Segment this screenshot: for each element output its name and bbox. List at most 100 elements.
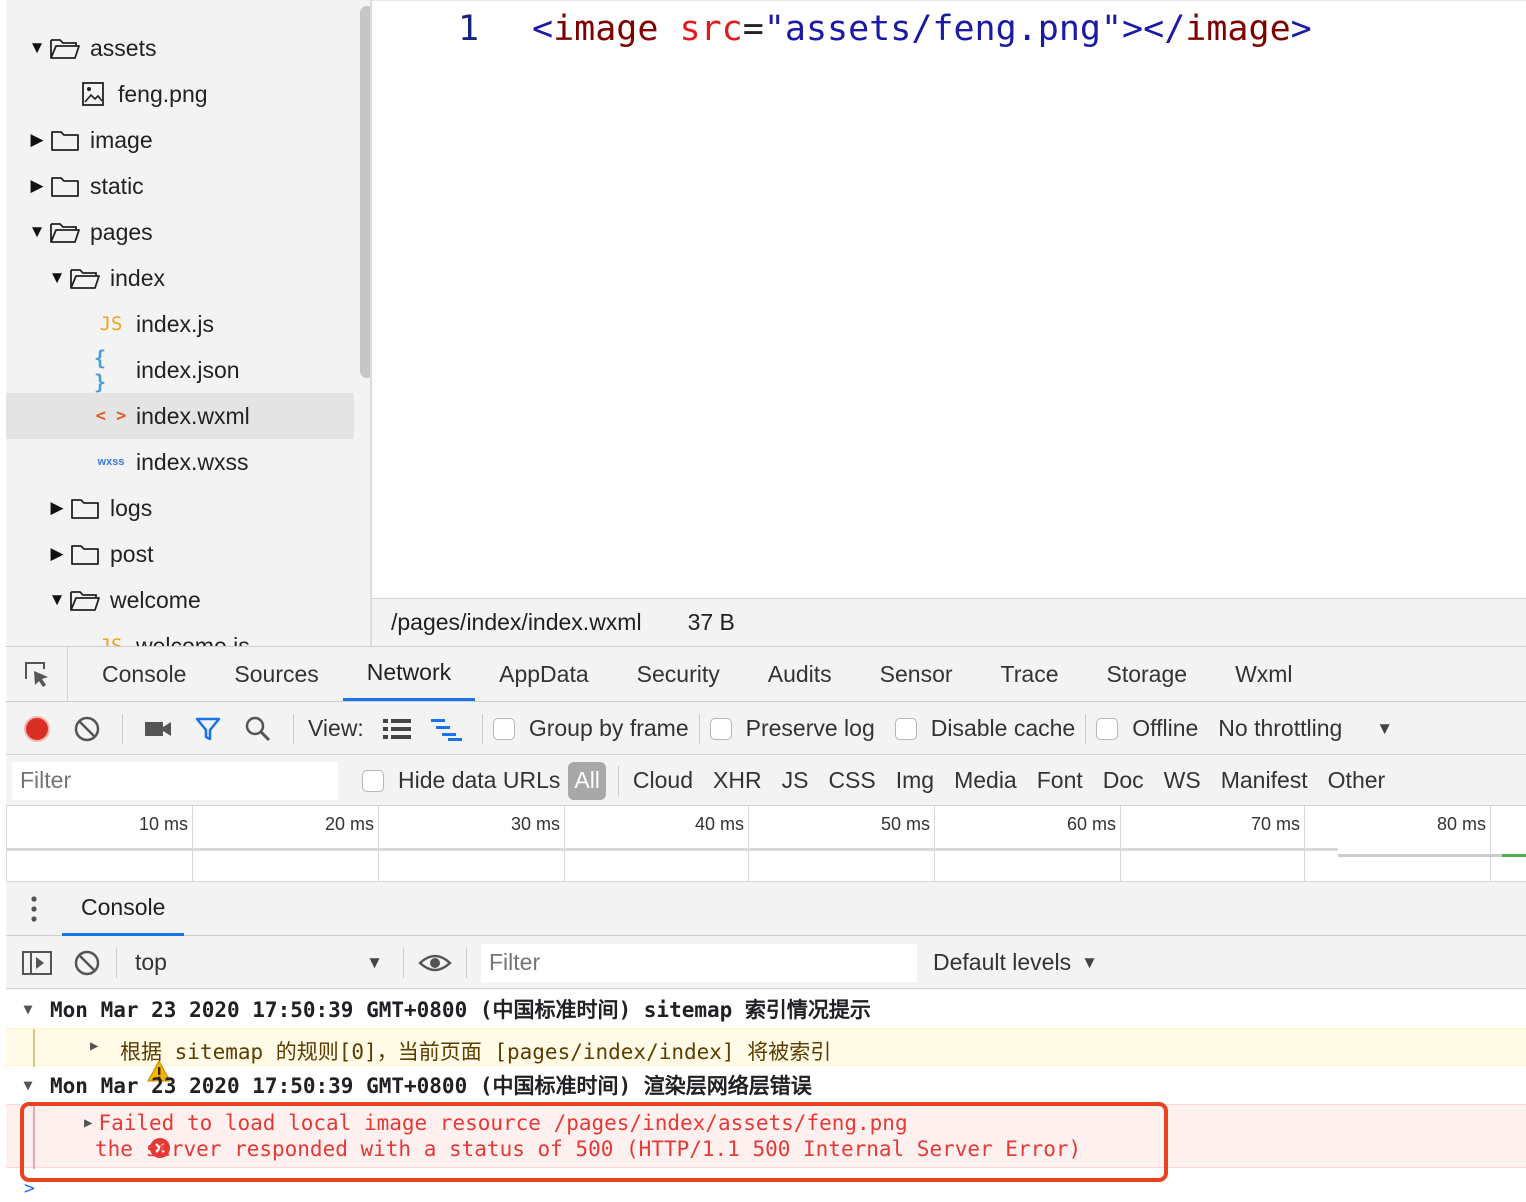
filter-toggle-button[interactable] [183,704,233,754]
console-toolbar: top ▼ Default levels ▼ [6,937,1526,989]
tree-item-feng-png[interactable]: feng.png [6,71,354,117]
tab-wxml[interactable]: Wxml [1211,647,1316,701]
record-button[interactable] [12,704,62,754]
tree-item-index-js[interactable]: JS index.js [6,301,354,347]
list-view-icon [382,718,411,739]
expanded-arrow-icon[interactable]: ▼ [46,589,68,611]
tree-item-assets[interactable]: ▼ assets [6,25,354,71]
capture-screenshots-button[interactable] [133,704,183,754]
tree-item-welcome-js[interactable]: JS welcome.js [6,623,354,647]
expanded-arrow-icon[interactable]: ▼ [26,221,48,243]
console-group-header[interactable]: ▼ Mon Mar 23 2020 17:50:39 GMT+0800 (中国标准… [6,990,1526,1028]
filter-type-manifest[interactable]: Manifest [1211,762,1318,800]
tree-item-welcome[interactable]: ▼ welcome [6,577,354,623]
checkbox-label: Hide data URLs [398,767,561,793]
disable-cache-checkbox[interactable]: Disable cache [894,715,1075,742]
code-editor[interactable]: 1 <image src="assets/feng.png"></image> [372,0,1526,598]
live-expression-button[interactable] [410,938,460,988]
token-attribute: src [679,9,743,49]
tree-item-index-json[interactable]: { } index.json [6,346,354,394]
devtools-tab-bar: Console Sources Network AppData Security… [6,646,1526,702]
preserve-log-checkbox[interactable]: Preserve log [709,715,875,742]
chevron-down-icon: ▼ [366,952,383,972]
eye-icon [418,954,452,971]
json-file-icon: { } [94,346,107,394]
console-group-header[interactable]: ▼ Mon Mar 23 2020 17:50:39 GMT+0800 (中国标准… [6,1066,1526,1104]
filter-type-img[interactable]: Img [886,762,944,800]
timeline-tick: 60 ms [934,806,1120,882]
throttling-select[interactable]: No throttling ▼ [1218,715,1393,742]
tick-label: 60 ms [1066,814,1116,834]
filter-type-all[interactable]: All [568,761,606,800]
clear-console-button[interactable] [62,938,112,988]
large-rows-button[interactable] [372,704,422,754]
tab-sensor[interactable]: Sensor [856,647,977,701]
hide-data-urls-checkbox[interactable]: Hide data URLs [362,767,560,794]
toolbar-divider [116,947,117,978]
offline-checkbox[interactable]: Offline [1096,715,1198,742]
collapsed-arrow-icon[interactable]: ▶ [46,497,68,519]
drawer-menu-button[interactable] [6,882,62,936]
filter-type-ws[interactable]: WS [1154,762,1211,800]
search-button[interactable] [233,704,283,754]
tab-storage[interactable]: Storage [1083,647,1212,701]
tab-appdata[interactable]: AppData [475,647,613,701]
filter-type-other[interactable]: Other [1318,762,1396,800]
filter-type-cloud[interactable]: Cloud [623,762,703,800]
folder-icon [68,542,102,566]
collapsed-arrow-icon[interactable]: ▶ [26,129,48,151]
filter-type-js[interactable]: JS [772,762,819,800]
collapsed-arrow-icon[interactable]: ▶ [26,175,48,197]
inspect-cursor-icon [24,662,48,687]
tree-item-label: index.wxss [136,448,249,475]
tree-item-image[interactable]: ▶ image [6,117,354,163]
toolbar-divider [466,947,467,978]
network-filter-input[interactable] [12,761,338,800]
drawer-tab-console[interactable]: Console [62,882,185,936]
tree-item-index-wxml[interactable]: < > index.wxml [6,393,354,439]
overview-button[interactable] [422,704,472,754]
filter-type-media[interactable]: Media [944,762,1027,800]
group-by-frame-checkbox[interactable]: Group by frame [492,715,689,742]
checkbox-box[interactable] [362,769,384,792]
tab-console[interactable]: Console [78,647,210,701]
filter-type-css[interactable]: CSS [818,762,885,800]
checkbox-box[interactable] [894,717,917,740]
network-timeline-overview[interactable]: 10 ms 20 ms 30 ms 40 ms 50 ms 60 ms 70 m… [6,806,1526,882]
filter-type-doc[interactable]: Doc [1093,762,1154,800]
tree-item-logs[interactable]: ▶ logs [6,485,354,531]
tab-security[interactable]: Security [613,647,744,701]
expanded-arrow-icon[interactable]: ▼ [46,267,68,289]
tree-item-index-wxss[interactable]: wxss index.wxss [6,439,354,485]
folder-open-icon [48,220,82,244]
expanded-arrow-icon[interactable]: ▼ [6,1076,50,1094]
show-sidebar-button[interactable] [12,938,62,988]
group-title: Mon Mar 23 2020 17:50:39 GMT+0800 (中国标准时… [50,998,871,1022]
checkbox-box[interactable] [492,717,515,740]
tree-item-post[interactable]: ▶ post [6,531,354,577]
search-icon [245,716,271,741]
tick-label: 40 ms [694,814,744,834]
tab-network[interactable]: Network [342,647,476,701]
tree-item-pages[interactable]: ▼ pages [6,209,354,255]
inspect-element-button[interactable] [6,647,68,701]
tree-item-static[interactable]: ▶ static [6,163,354,209]
checkbox-box[interactable] [1096,717,1119,740]
filter-type-xhr[interactable]: XHR [703,762,772,800]
tree-item-index[interactable]: ▼ index [6,255,354,301]
tab-trace[interactable]: Trace [977,647,1083,701]
execution-context-select[interactable]: top ▼ [121,943,397,983]
expanded-arrow-icon[interactable]: ▼ [26,37,48,59]
collapsed-arrow-icon[interactable]: ▶ [90,1038,98,1054]
collapsed-arrow-icon[interactable]: ▶ [46,543,68,565]
console-prompt[interactable]: > [24,1178,35,1199]
expanded-arrow-icon[interactable]: ▼ [6,1000,50,1018]
clear-button[interactable] [62,704,112,754]
log-levels-select[interactable]: Default levels ▼ [933,949,1098,976]
console-filter-input[interactable] [481,943,917,982]
checkbox-box[interactable] [709,717,732,740]
filter-type-font[interactable]: Font [1027,762,1093,800]
console-warning-message[interactable]: ▶ 根据 sitemap 的规则[0]，当前页面 [pages/index/in… [6,1028,1526,1082]
tab-audits[interactable]: Audits [744,647,856,701]
tab-sources[interactable]: Sources [210,647,342,701]
